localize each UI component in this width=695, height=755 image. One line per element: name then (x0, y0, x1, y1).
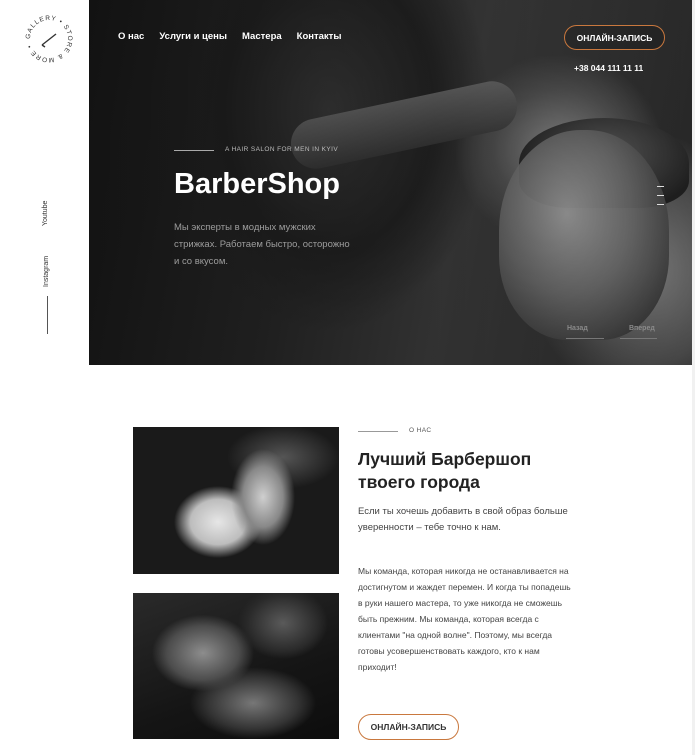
razor-icon (41, 33, 57, 48)
about-photo-beard-shave (133, 427, 339, 574)
nav-masters[interactable]: Мастера (242, 31, 282, 42)
about-paragraph-2: Мы команда, которая никогда не останавли… (358, 566, 571, 672)
nav-about[interactable]: О нас (118, 31, 144, 42)
phone-number[interactable]: +38 044 111 11 11 (574, 63, 643, 73)
main-nav: О нас Услуги и цены Мастера Контакты (118, 31, 341, 42)
slider-next-button[interactable]: Вперед (629, 325, 655, 332)
online-booking-button[interactable]: ОНЛАЙН-ЗАПИСЬ (564, 25, 665, 50)
about-booking-button[interactable]: ОНЛАЙН-ЗАПИСЬ (358, 714, 459, 740)
hero-description: Мы эксперты в модных мужских стрижках. Р… (174, 222, 350, 267)
slide-indicator[interactable] (657, 186, 664, 213)
about-title: Лучший Барбершоп твоего города (358, 449, 532, 492)
nav-services[interactable]: Услуги и цены (159, 31, 227, 42)
left-sidebar: GALLERY • STORE & MORE • Youtube Instagr… (0, 0, 89, 755)
logo[interactable]: GALLERY • STORE & MORE • (22, 12, 76, 66)
hero-tagline: A HAIR SALON FOR MEN IN KYIV (225, 146, 339, 153)
about-label-line (358, 431, 398, 432)
tagline-line (174, 150, 214, 151)
about-photo-haircut (133, 593, 339, 739)
nav-contacts[interactable]: Контакты (297, 31, 342, 42)
youtube-link[interactable]: Youtube (42, 201, 49, 226)
instagram-link[interactable]: Instagram (43, 256, 50, 287)
slider-prev-button[interactable]: Назад (567, 325, 588, 332)
about-label: О НАС (409, 427, 432, 434)
about-paragraph-1: Если ты хочешь добавить в свой образ бол… (358, 506, 568, 533)
hero-title: BarberShop (174, 168, 340, 200)
sidebar-divider (47, 296, 48, 334)
